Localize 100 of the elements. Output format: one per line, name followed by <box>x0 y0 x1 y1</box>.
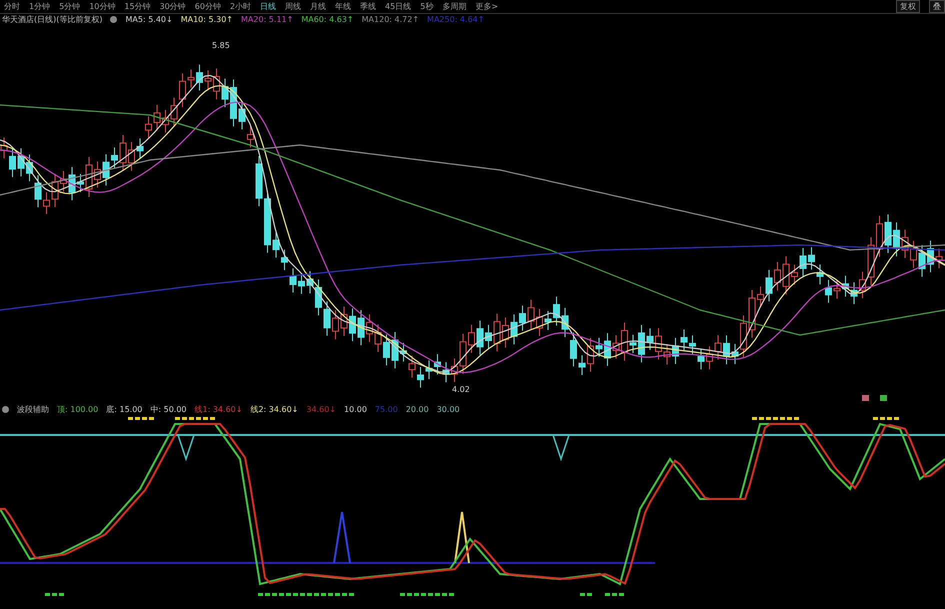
legend-value: MA120: 4.72↑ <box>362 15 420 24</box>
candlestick <box>536 308 543 336</box>
candlestick <box>170 97 178 128</box>
candlestick <box>26 154 33 182</box>
candlestick <box>408 355 416 378</box>
spike-drawing <box>454 511 470 564</box>
candlestick <box>748 290 756 338</box>
signal-dash <box>45 593 64 596</box>
candlestick <box>519 305 526 332</box>
candlestick <box>485 324 492 350</box>
period-tab[interactable]: 15分钟 <box>124 1 151 12</box>
period-tab[interactable]: 周线 <box>285 1 302 12</box>
candlestick <box>18 148 24 177</box>
candlestick <box>782 256 790 295</box>
candlestick <box>562 307 568 338</box>
period-tab[interactable]: 1分钟 <box>29 1 50 12</box>
period-tab[interactable]: 多周期 <box>442 1 466 12</box>
candlestick <box>68 166 76 201</box>
candlestick <box>876 215 883 258</box>
candlestick <box>332 310 339 340</box>
candlestick <box>859 271 866 299</box>
toolbar-button[interactable]: 叠 <box>929 0 945 13</box>
candlestick <box>43 192 50 215</box>
indicator-value: 30.00 <box>436 404 460 414</box>
candlestick <box>162 109 169 134</box>
spike-drawing <box>333 511 351 564</box>
candlestick <box>120 134 126 172</box>
indicator-value: 顶: 100.00 <box>57 404 98 414</box>
period-tab[interactable]: 5分钟 <box>59 1 80 12</box>
indicator-name: 波段辅助 <box>17 404 49 414</box>
period-tab[interactable]: 季线 <box>360 1 376 12</box>
legend-value: MA250: 4.64↑ <box>427 15 484 24</box>
indicator-value: 75.00 <box>374 404 398 414</box>
candlestick <box>434 354 441 376</box>
candlestick <box>850 282 858 305</box>
candlestick <box>706 346 713 370</box>
settings-icon[interactable] <box>2 406 9 412</box>
candlestick <box>442 362 450 383</box>
candlestick <box>417 366 424 388</box>
candlestick <box>374 324 382 352</box>
candlestick <box>808 246 815 270</box>
period-tab[interactable]: 2小时 <box>230 1 252 12</box>
candlestick <box>655 328 662 360</box>
period-tab[interactable]: 45日线 <box>385 1 412 12</box>
candlestick <box>315 278 322 316</box>
candlestick <box>247 126 254 148</box>
candlestick <box>596 337 602 358</box>
marker-icon <box>862 395 869 401</box>
candlestick <box>400 342 407 362</box>
low-price-label: 4.02 <box>452 385 470 394</box>
candlestick <box>52 173 58 208</box>
period-tab[interactable]: 5秒 <box>420 1 434 12</box>
period-tab[interactable]: 年线 <box>335 1 352 12</box>
candlestick <box>578 354 586 376</box>
signal-dash <box>873 417 899 420</box>
candlestick <box>426 360 432 380</box>
candlestick <box>902 229 908 259</box>
candlestick <box>936 248 942 269</box>
signal-dash <box>605 593 624 596</box>
period-tab[interactable]: 60分钟 <box>194 1 221 12</box>
legend-value: MA10: 5.30↑ <box>180 15 234 24</box>
candlestick <box>757 286 764 308</box>
indicator-value: 线2: 34.60↓ <box>250 404 298 414</box>
candlestick <box>689 334 696 354</box>
candlestick <box>893 222 900 257</box>
chart-title: 华天酒店(日线)(等比前复权) <box>2 14 102 25</box>
candlestick <box>732 343 738 365</box>
candlestick <box>281 249 288 271</box>
period-tab[interactable]: 月线 <box>310 1 326 12</box>
indicator-value: 10.00 <box>344 404 367 414</box>
candlestick <box>868 236 874 286</box>
candlestick <box>816 264 824 285</box>
candlestick <box>196 64 203 91</box>
candlestick <box>791 264 798 285</box>
candlestick <box>468 324 475 354</box>
period-tab[interactable]: 10分钟 <box>89 1 116 12</box>
candlestick <box>290 268 296 293</box>
legend-value: MA5: 5.40↓ <box>125 15 173 24</box>
settings-icon[interactable] <box>110 16 118 23</box>
candlestick <box>664 343 670 366</box>
toolbar-button[interactable]: 复权 <box>896 0 920 13</box>
indicator-value: 中: 50.00 <box>150 404 187 414</box>
candlestick <box>358 310 364 346</box>
period-tab[interactable]: 更多> <box>475 1 498 12</box>
candlestick <box>621 322 628 362</box>
candlestick <box>383 334 390 366</box>
period-tab[interactable]: 分时 <box>4 1 20 12</box>
indicator-value: 34.60↓ <box>306 404 336 414</box>
candlestick <box>553 296 560 326</box>
period-tab[interactable]: 日线 <box>260 1 276 12</box>
candlestick <box>128 141 135 172</box>
candlestick <box>145 116 152 139</box>
candlestick <box>34 174 42 208</box>
candlestick <box>306 270 314 294</box>
period-tab[interactable]: 30分钟 <box>160 1 186 12</box>
candlestick <box>910 240 917 268</box>
candlestick <box>298 272 305 294</box>
marker-icon <box>880 395 887 401</box>
candlestick <box>340 306 348 336</box>
candlestick <box>272 232 280 258</box>
